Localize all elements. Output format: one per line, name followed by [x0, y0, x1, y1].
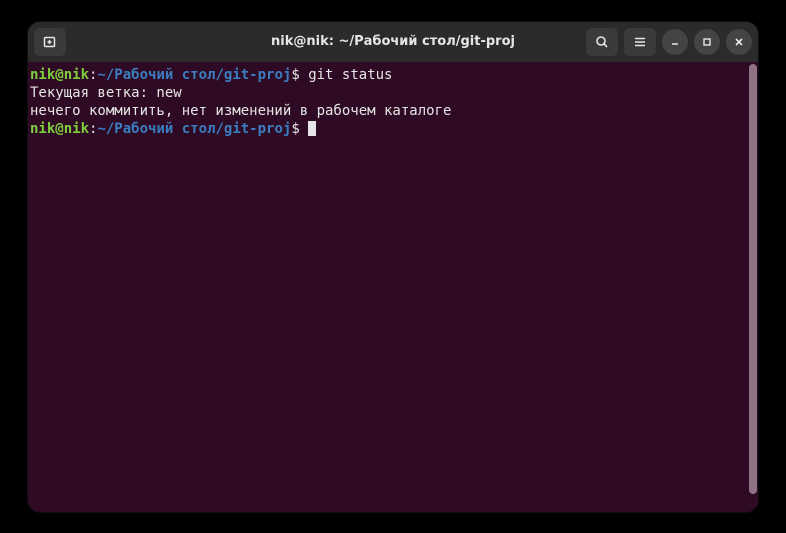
prompt-symbol: $ — [291, 67, 299, 83]
menu-button[interactable] — [624, 28, 656, 56]
hamburger-icon — [633, 35, 647, 49]
terminal-content[interactable]: nik@nik:~/Рабочий стол/git-proj$ git sta… — [28, 62, 748, 512]
scrollbar[interactable] — [748, 62, 758, 512]
new-tab-icon — [42, 34, 58, 50]
minimize-button[interactable] — [662, 29, 688, 55]
minimize-icon — [669, 36, 681, 48]
prompt-user: nik@nik — [30, 121, 89, 137]
command-text: git status — [300, 67, 393, 83]
maximize-icon — [701, 36, 713, 48]
cursor — [308, 121, 316, 136]
prompt-symbol: $ — [291, 121, 299, 137]
prompt-user: nik@nik — [30, 67, 89, 83]
prompt-path: ~/Рабочий стол/git-proj — [97, 67, 291, 83]
output-line: нечего коммитить, нет изменений в рабоче… — [30, 103, 451, 119]
scrollbar-thumb[interactable] — [749, 64, 757, 494]
command-input — [300, 121, 308, 137]
close-icon — [733, 36, 745, 48]
maximize-button[interactable] — [694, 29, 720, 55]
new-tab-button[interactable] — [34, 28, 66, 56]
terminal-window: nik@nik: ~/Рабочий стол/git-proj — [28, 22, 758, 512]
close-button[interactable] — [726, 29, 752, 55]
output-line: Текущая ветка: new — [30, 85, 182, 101]
prompt-path: ~/Рабочий стол/git-proj — [97, 121, 291, 137]
titlebar: nik@nik: ~/Рабочий стол/git-proj — [28, 22, 758, 62]
search-icon — [595, 35, 609, 49]
search-button[interactable] — [586, 28, 618, 56]
terminal-area: nik@nik:~/Рабочий стол/git-proj$ git sta… — [28, 62, 758, 512]
